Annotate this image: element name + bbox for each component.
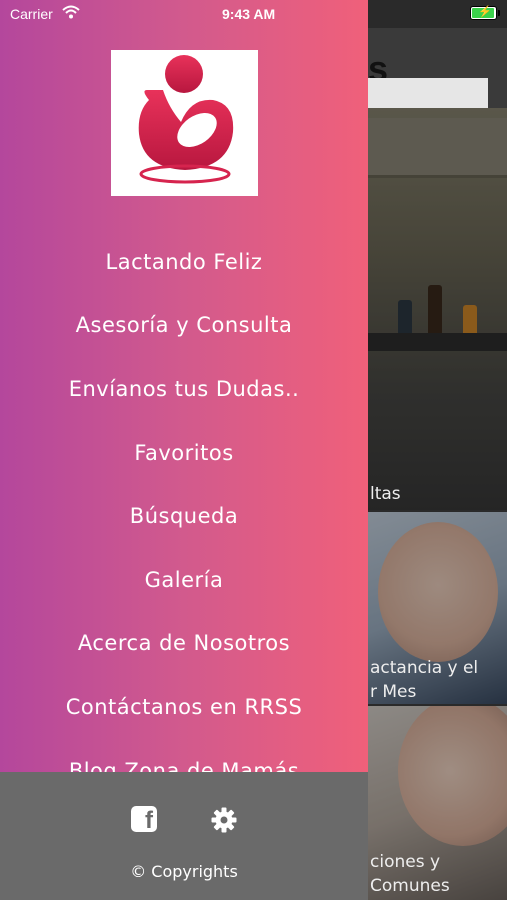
card-caption: ltas [370,484,401,504]
carrier-label: Carrier [10,6,53,22]
breastfeeding-logo-icon [138,55,234,184]
menu-item-busqueda[interactable]: Búsqueda [0,484,368,548]
menu-item-favoritos[interactable]: Favoritos [0,421,368,485]
gear-icon[interactable] [210,806,238,834]
side-drawer: Lactando Feliz Asesoría y Consulta Envía… [0,0,368,900]
copyright-text: © Copyrights [130,862,238,881]
card-caption: r Mes [370,682,417,702]
wifi-icon [62,5,80,22]
facebook-glyph: f [145,807,153,833]
drawer-footer: f © Copyrights [0,772,368,900]
menu-item-acerca[interactable]: Acerca de Nosotros [0,612,368,676]
card-caption: actancia y el [370,658,479,678]
app-logo [111,50,258,196]
menu-item-asesoria[interactable]: Asesoría y Consulta [0,294,368,358]
drawer-menu: Lactando Feliz Asesoría y Consulta Envía… [0,230,368,802]
menu-item-contactanos[interactable]: Contáctanos en RRSS [0,675,368,739]
article-card[interactable]: actancia y el r Mes [368,512,507,704]
article-card[interactable]: ciones y Comunes [368,706,507,900]
menu-item-lactando-feliz[interactable]: Lactando Feliz [0,230,368,294]
status-time: 9:43 AM [222,6,276,22]
article-card[interactable]: ltas [368,108,507,510]
card-caption: ciones y [370,852,441,872]
menu-item-galeria[interactable]: Galería [0,548,368,612]
header-search-bar[interactable] [368,78,488,108]
card-overlay [368,108,507,510]
menu-item-dudas[interactable]: Envíanos tus Dudas.. [0,357,368,421]
status-bar: Carrier 9:43 AM ⚡ [0,0,507,28]
facebook-icon[interactable]: f [131,806,157,832]
card-caption: Comunes [370,876,450,896]
battery-charging-icon: ⚡ [470,6,500,20]
charging-bolt-icon: ⚡ [478,6,492,18]
